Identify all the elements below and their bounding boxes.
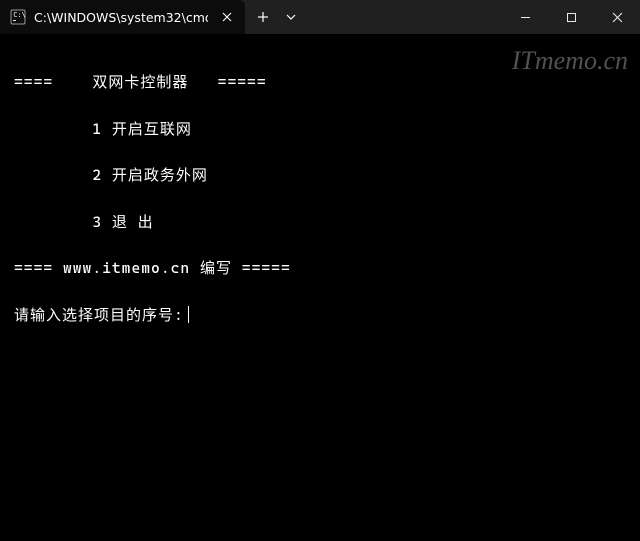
text-cursor — [188, 306, 190, 323]
terminal-tab[interactable]: C:\ C:\WINDOWS\system32\cmd. — [0, 0, 245, 34]
tab-title: C:\WINDOWS\system32\cmd. — [34, 10, 208, 25]
console-header: ==== 双网卡控制器 ===== — [14, 68, 626, 97]
console-footer: ==== www.itmemo.cn 编写 ===== — [14, 254, 626, 283]
tab-dropdown-button[interactable] — [277, 3, 305, 31]
minimize-button[interactable] — [502, 0, 548, 34]
prompt-line: 请输入选择项目的序号: — [14, 301, 626, 330]
menu-item: 2 开启政务外网 — [14, 161, 626, 190]
tab-actions — [245, 0, 305, 34]
menu-item: 1 开启互联网 — [14, 115, 626, 144]
new-tab-button[interactable] — [249, 3, 277, 31]
cmd-icon: C:\ — [10, 9, 26, 25]
prompt-text: 请输入选择项目的序号: — [14, 301, 184, 330]
menu-item: 3 退 出 — [14, 208, 626, 237]
svg-text:C:\: C:\ — [13, 11, 26, 19]
titlebar: C:\ C:\WINDOWS\system32\cmd. — [0, 0, 640, 34]
close-window-button[interactable] — [594, 0, 640, 34]
maximize-button[interactable] — [548, 0, 594, 34]
close-tab-button[interactable] — [216, 6, 237, 28]
window-controls — [502, 0, 640, 34]
titlebar-drag-area[interactable] — [305, 0, 502, 34]
terminal-body[interactable]: ITmemo.cn ==== 双网卡控制器 ===== 1 开启互联网 2 开启… — [0, 34, 640, 541]
